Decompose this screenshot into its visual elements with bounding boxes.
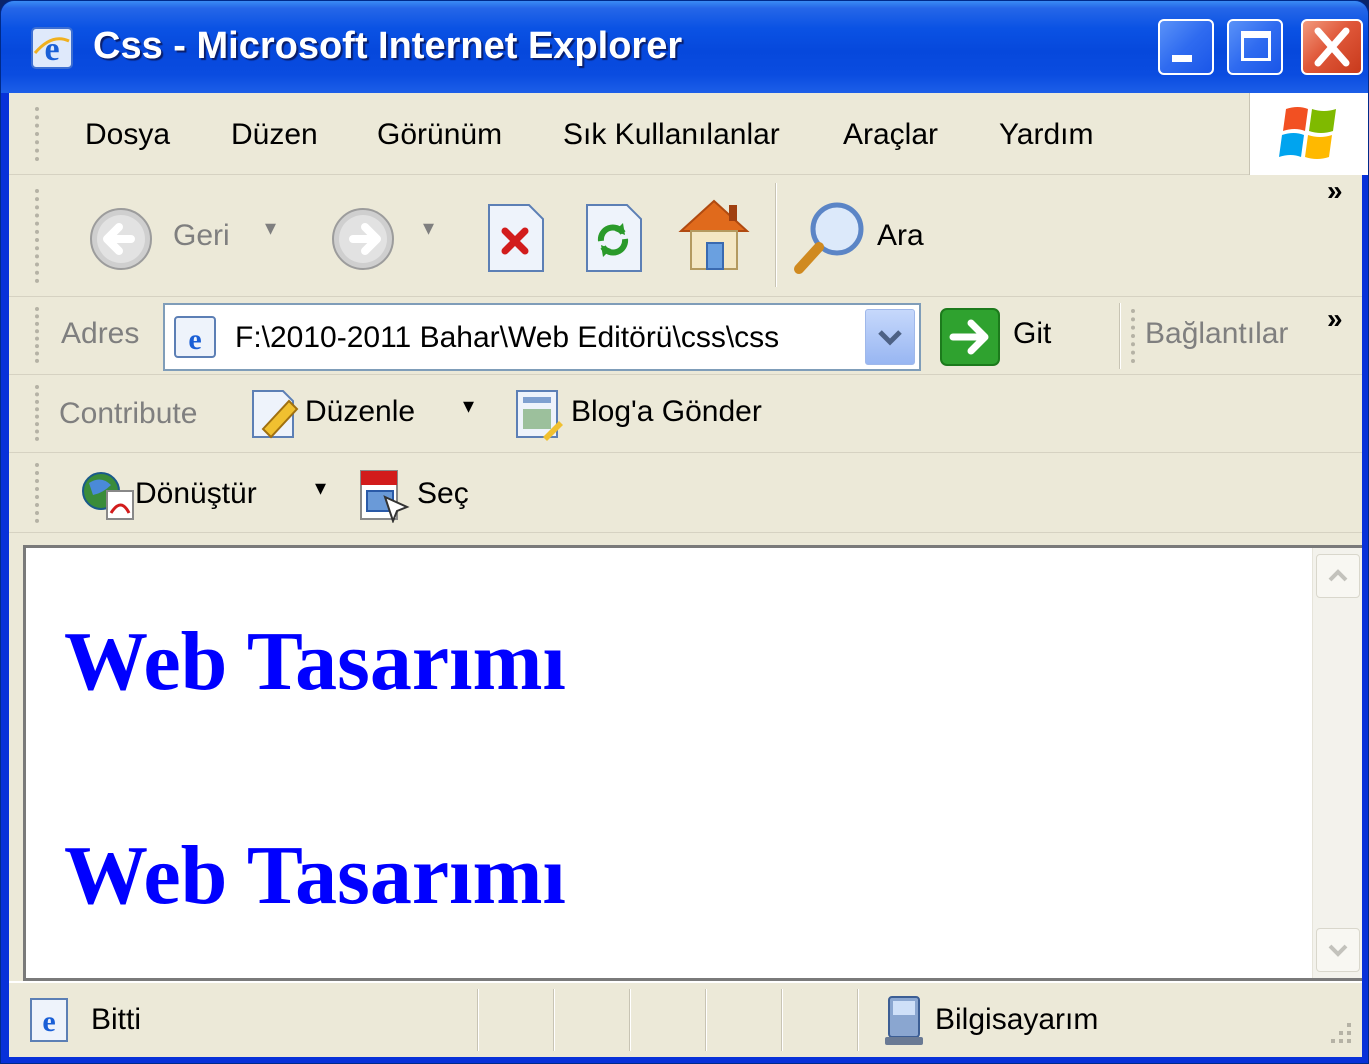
standard-toolbar: Geri ▾ ▾ Ara » xyxy=(9,175,1362,297)
toolbar-grip[interactable] xyxy=(35,189,41,283)
toolbar-chevron-icon[interactable]: » xyxy=(1327,175,1343,207)
svg-text:e: e xyxy=(44,31,59,68)
address-value[interactable]: F:\2010-2011 Bahar\Web Editörü\css\css xyxy=(235,317,779,359)
home-icon xyxy=(678,199,750,270)
back-label[interactable]: Geri xyxy=(173,219,230,253)
chevron-down-icon xyxy=(1328,944,1348,957)
toolbar-grip[interactable] xyxy=(35,307,41,363)
toolbar-grip[interactable] xyxy=(35,107,41,161)
status-separator xyxy=(629,989,631,1051)
scroll-up-button[interactable] xyxy=(1316,554,1360,598)
close-icon xyxy=(1314,27,1350,67)
stop-button[interactable] xyxy=(481,201,551,275)
status-separator xyxy=(781,989,783,1051)
toolbar-grip[interactable] xyxy=(1131,309,1137,363)
forward-arrow-icon xyxy=(332,208,394,270)
browser-window: e Css - Microsoft Internet Explorer Dosy… xyxy=(0,0,1369,1064)
svg-text:e: e xyxy=(188,323,201,356)
minimize-icon xyxy=(1172,55,1192,62)
close-button[interactable] xyxy=(1301,19,1363,75)
menu-tools[interactable]: Araçlar xyxy=(843,115,938,155)
convert-dropdown-icon[interactable]: ▾ xyxy=(315,475,326,501)
pdf-toolbar: Dönüştür ▾ Seç xyxy=(9,453,1362,533)
chevron-up-icon xyxy=(1328,569,1348,582)
ie-logo-icon: e xyxy=(31,27,73,69)
links-label[interactable]: Bağlantılar xyxy=(1145,317,1288,351)
edit-label[interactable]: Düzenle xyxy=(305,395,415,429)
edit-pencil-icon xyxy=(249,387,301,441)
menu-view[interactable]: Görünüm xyxy=(377,115,502,155)
chevron-down-icon xyxy=(878,330,902,346)
go-button[interactable] xyxy=(939,307,1001,367)
blog-label[interactable]: Blog'a Gönder xyxy=(571,395,762,429)
menu-bar: Dosya Düzen Görünüm Sık Kullanılanlar Ar… xyxy=(9,93,1368,175)
status-text: Bitti xyxy=(91,1003,142,1036)
back-dropdown-icon[interactable]: ▾ xyxy=(265,215,276,241)
toolbar-grip[interactable] xyxy=(35,385,41,441)
toolbar-separator xyxy=(775,183,777,287)
refresh-button[interactable] xyxy=(579,201,649,275)
resize-grip-icon[interactable] xyxy=(1325,1017,1355,1047)
window-title: Css - Microsoft Internet Explorer xyxy=(93,25,683,67)
menu-help[interactable]: Yardım xyxy=(999,115,1093,155)
status-separator xyxy=(705,989,707,1051)
go-label[interactable]: Git xyxy=(1013,317,1051,351)
contribute-label: Contribute xyxy=(59,397,198,430)
search-icon xyxy=(794,202,864,274)
stop-icon xyxy=(488,204,544,272)
security-zone-label: Bilgisayarım xyxy=(935,1003,1099,1036)
address-dropdown-button[interactable] xyxy=(865,309,915,365)
convert-pdf-icon xyxy=(79,469,137,521)
page-heading-1: Web Tasarımı xyxy=(64,615,566,708)
search-label[interactable]: Ara xyxy=(877,219,924,253)
convert-label[interactable]: Dönüştür xyxy=(135,477,257,511)
edit-dropdown-icon[interactable]: ▾ xyxy=(463,393,474,419)
contribute-toolbar: Contribute Düzenle ▾ Blog'a Gönder xyxy=(9,375,1362,453)
back-arrow-icon xyxy=(90,208,152,270)
svg-text:e: e xyxy=(42,1005,55,1038)
scroll-down-button[interactable] xyxy=(1316,928,1360,972)
status-separator xyxy=(857,989,859,1051)
maximize-button[interactable] xyxy=(1227,19,1283,75)
address-input[interactable]: e F:\2010-2011 Bahar\Web Editörü\css\css xyxy=(163,303,921,371)
toolbar-grip[interactable] xyxy=(35,463,41,523)
forward-dropdown-icon[interactable]: ▾ xyxy=(423,215,434,241)
page-content[interactable]: Web Tasarımı Web Tasarımı xyxy=(23,545,1362,981)
page-icon: e xyxy=(173,315,219,359)
select-label[interactable]: Seç xyxy=(417,477,469,511)
back-button[interactable] xyxy=(81,205,161,273)
computer-icon xyxy=(881,993,927,1047)
menu-edit[interactable]: Düzen xyxy=(231,115,318,155)
menu-file[interactable]: Dosya xyxy=(85,115,170,155)
menu-favorites[interactable]: Sık Kullanılanlar xyxy=(563,115,780,155)
blog-icon xyxy=(513,387,567,441)
toolbar-separator xyxy=(1119,303,1121,369)
page-status-icon: e xyxy=(27,997,77,1043)
search-button[interactable] xyxy=(789,195,875,279)
home-button[interactable] xyxy=(669,191,759,277)
select-pdf-icon xyxy=(355,467,415,523)
title-bar[interactable]: e Css - Microsoft Internet Explorer xyxy=(1,1,1368,93)
page-heading-2: Web Tasarımı xyxy=(64,829,566,922)
vertical-scrollbar[interactable] xyxy=(1312,548,1362,978)
windows-logo-icon xyxy=(1249,93,1368,175)
status-bar: e Bitti Bilgisayarım xyxy=(9,981,1362,1057)
links-chevron-icon[interactable]: » xyxy=(1327,303,1343,335)
forward-button[interactable] xyxy=(323,205,403,273)
status-separator xyxy=(477,989,479,1051)
refresh-icon xyxy=(586,204,642,272)
go-arrow-icon xyxy=(940,308,1000,366)
status-separator xyxy=(553,989,555,1051)
minimize-button[interactable] xyxy=(1158,19,1214,75)
address-label: Adres xyxy=(61,317,140,350)
maximize-icon xyxy=(1241,31,1271,61)
